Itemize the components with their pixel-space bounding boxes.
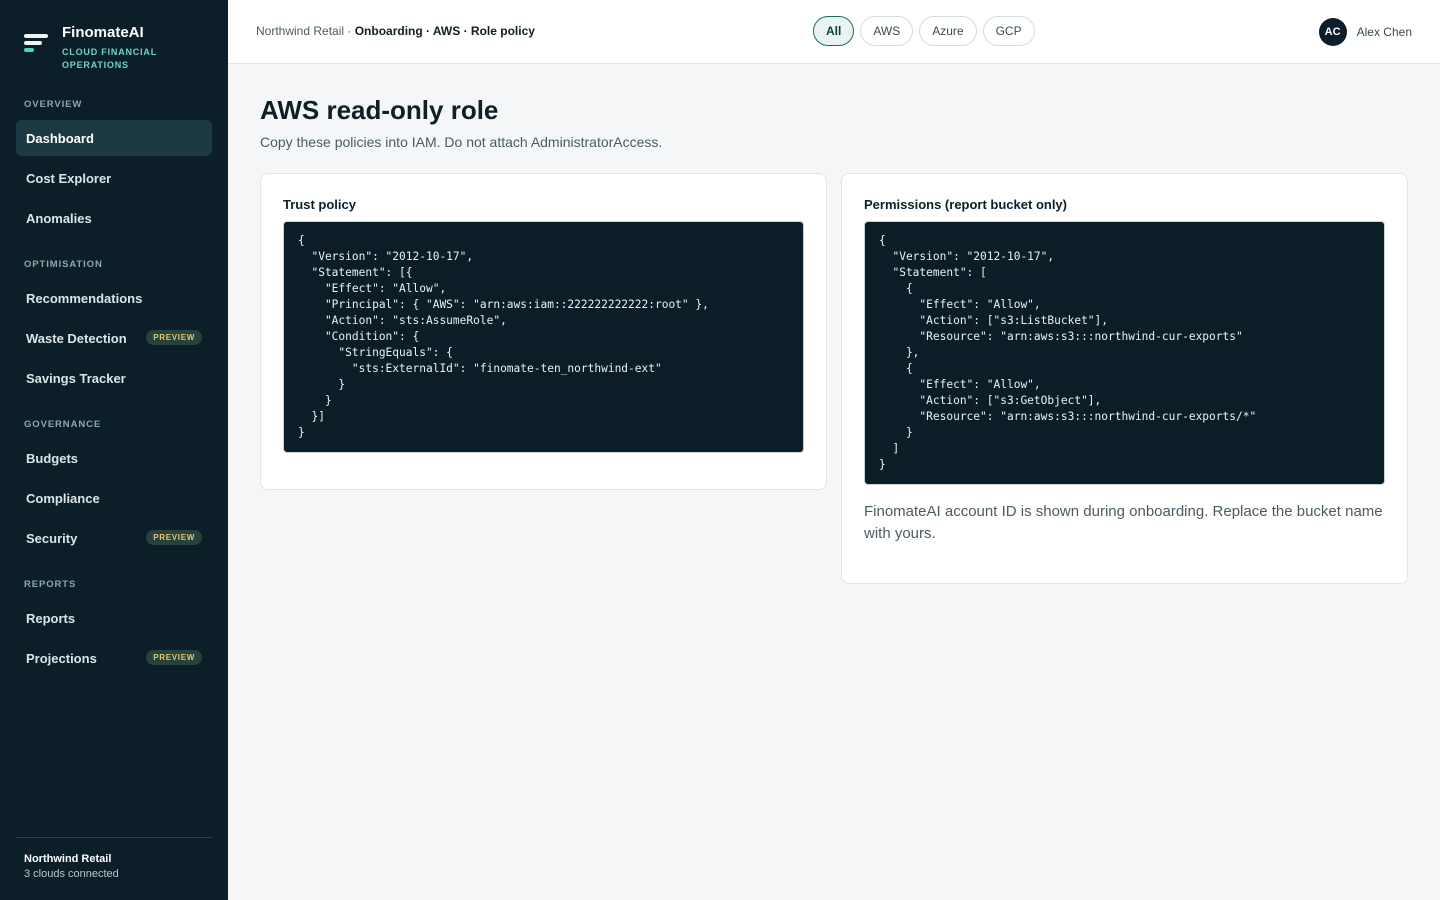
permissions-note: FinomateAI account ID is shown during on… xyxy=(864,503,1383,542)
preview-badge: PREVIEW xyxy=(146,530,202,545)
tab-aws[interactable]: AWS xyxy=(860,16,914,46)
sidebar-item-reports[interactable]: Reports xyxy=(16,600,212,636)
sidebar-item-dashboard[interactable]: Dashboard xyxy=(16,120,212,156)
page-title: AWS read-only role xyxy=(260,95,499,125)
top-header: Northwind Retail · Onboarding · AWS · Ro… xyxy=(228,0,1440,64)
sidebar-item-budgets[interactable]: Budgets xyxy=(16,440,212,476)
page-subtitle: Copy these policies into IAM. Do not att… xyxy=(260,134,663,150)
sidebar-item-label: Reports xyxy=(26,610,76,626)
sidebar: FinomateAI CLOUD FINANCIAL OPERATIONS OV… xyxy=(0,0,228,900)
nav-section-overview: OVERVIEW xyxy=(24,99,83,110)
sidebar-item-label: Cost Explorer xyxy=(26,170,112,186)
org-name: Northwind Retail xyxy=(24,853,112,865)
sidebar-item-projections[interactable]: Projections PREVIEW xyxy=(16,640,212,676)
permissions-policy-code[interactable]: { "Version": "2012-10-17", "Statement": … xyxy=(864,221,1385,485)
tab-azure[interactable]: Azure xyxy=(919,16,977,46)
nav-section-reports: REPORTS xyxy=(24,579,77,590)
tab-gcp[interactable]: GCP xyxy=(982,16,1035,46)
sidebar-item-label: Dashboard xyxy=(26,130,94,146)
brand-name: FinomateAI xyxy=(62,24,144,41)
avatar: AC xyxy=(1318,18,1347,46)
breadcrumb: Northwind Retail · Onboarding · AWS · Ro… xyxy=(256,24,535,38)
breadcrumb-current: Onboarding · AWS · Role policy xyxy=(354,24,535,38)
sidebar-item-security[interactable]: Security PREVIEW xyxy=(16,520,212,556)
sidebar-item-label: Budgets xyxy=(26,450,78,466)
sidebar-item-cost-explorer[interactable]: Cost Explorer xyxy=(16,160,212,196)
breadcrumb-root[interactable]: Northwind Retail · xyxy=(256,24,355,38)
nav-section-optimisation: OPTIMISATION xyxy=(24,259,103,270)
sidebar-item-label: Recommendations xyxy=(26,290,143,306)
sidebar-item-label: Anomalies xyxy=(26,210,92,226)
sidebar-item-label: Waste Detection xyxy=(26,330,127,346)
sidebar-item-anomalies[interactable]: Anomalies xyxy=(16,200,212,236)
sidebar-item-label: Compliance xyxy=(26,490,100,506)
trust-policy-card: Trust policy { "Version": "2012-10-17", … xyxy=(260,173,827,490)
brand-logo-icon xyxy=(24,34,48,62)
brand-tagline: CLOUD FINANCIAL OPERATIONS xyxy=(62,47,157,70)
user-menu[interactable]: AC Alex Chen xyxy=(1318,18,1412,46)
nav-section-governance: GOVERNANCE xyxy=(24,419,102,430)
org-switcher[interactable]: Northwind Retail 3 clouds connected xyxy=(16,837,212,880)
user-name: Alex Chen xyxy=(1356,25,1412,39)
org-status: 3 clouds connected xyxy=(24,868,119,880)
sidebar-item-label: Savings Tracker xyxy=(26,370,126,386)
trust-policy-title: Trust policy xyxy=(283,197,356,212)
trust-policy-code[interactable]: { "Version": "2012-10-17", "Statement": … xyxy=(283,221,804,453)
permissions-policy-card: Permissions (report bucket only) { "Vers… xyxy=(841,173,1408,584)
sidebar-item-compliance[interactable]: Compliance xyxy=(16,480,212,516)
brand[interactable]: FinomateAI CLOUD FINANCIAL OPERATIONS xyxy=(24,24,162,72)
sidebar-item-recommendations[interactable]: Recommendations xyxy=(16,280,212,316)
sidebar-item-label: Security xyxy=(26,530,78,546)
tab-all[interactable]: All xyxy=(813,16,855,46)
cloud-filter-tabs: All AWS Azure GCP xyxy=(813,16,1035,46)
preview-badge: PREVIEW xyxy=(146,330,202,345)
sidebar-item-waste-detection[interactable]: Waste Detection PREVIEW xyxy=(16,320,212,356)
permissions-policy-title: Permissions (report bucket only) xyxy=(864,197,1067,212)
sidebar-item-savings-tracker[interactable]: Savings Tracker xyxy=(16,360,212,396)
sidebar-item-label: Projections xyxy=(26,650,97,666)
preview-badge: PREVIEW xyxy=(146,650,202,665)
